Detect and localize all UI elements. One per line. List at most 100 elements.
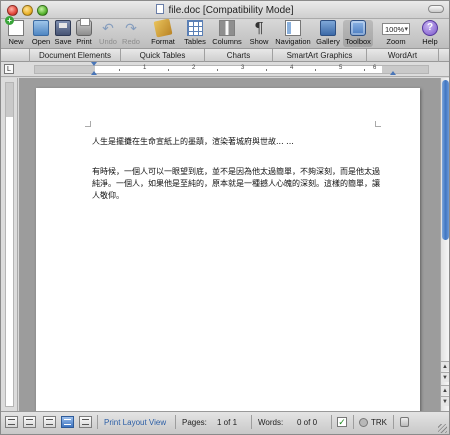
vertical-ruler[interactable] bbox=[1, 78, 18, 411]
scroll-up-arrow[interactable]: ▲ bbox=[441, 361, 449, 371]
ruler-tick bbox=[364, 69, 365, 71]
scroll-down-arrow[interactable]: ▼ bbox=[441, 372, 449, 382]
zoom-select[interactable]: 100% bbox=[382, 23, 410, 35]
ruler-number: 3 bbox=[241, 65, 245, 71]
new-document-icon bbox=[5, 16, 24, 36]
columns-button[interactable]: Columns bbox=[211, 20, 243, 47]
ruler-number: 5 bbox=[339, 65, 343, 71]
tab-charts[interactable]: Charts bbox=[205, 49, 273, 62]
status-divider bbox=[251, 415, 252, 429]
save-label: Save bbox=[54, 37, 72, 46]
title-bar[interactable]: file.doc [Compatibility Mode] bbox=[1, 1, 449, 19]
elements-ribbon: Document Elements Quick Tables Charts Sm… bbox=[1, 49, 449, 62]
track-changes-icon[interactable] bbox=[359, 418, 368, 427]
words-value: 0 of 0 bbox=[297, 418, 318, 427]
document-canvas[interactable]: 人生是擺攤在生命宣紙上的墨蹟，渲染著城府與世故... ... 有時候，一個人可以… bbox=[19, 78, 440, 411]
tab-quick-tables[interactable]: Quick Tables bbox=[121, 49, 205, 62]
ruler-tick bbox=[315, 69, 316, 71]
table-grid-icon bbox=[187, 20, 203, 36]
zoom-label: Zoom bbox=[386, 37, 406, 46]
status-divider bbox=[393, 415, 394, 429]
status-divider bbox=[331, 415, 332, 429]
horizontal-ruler-bar: L 1 2 3 4 5 6 bbox=[1, 62, 449, 77]
print-layout-view-button[interactable] bbox=[61, 416, 74, 428]
undo-button[interactable]: ↶ Undo bbox=[97, 20, 119, 47]
window-title-text: file.doc [Compatibility Mode] bbox=[168, 5, 294, 16]
status-bar: Print Layout View Pages: 1 of 1 Words: 0… bbox=[1, 411, 449, 434]
status-divider bbox=[353, 415, 354, 429]
scrollbar-thumb[interactable] bbox=[442, 80, 449, 240]
ruler-left-margin bbox=[35, 66, 95, 73]
toolbox-icon bbox=[350, 20, 366, 36]
format-brush-icon bbox=[153, 18, 173, 38]
gallery-icon bbox=[320, 20, 336, 36]
help-icon: ? bbox=[422, 20, 438, 36]
undo-label: Undo bbox=[99, 37, 117, 46]
ruler-number: 4 bbox=[290, 65, 294, 71]
next-page-button[interactable]: ▼ bbox=[441, 396, 449, 406]
redo-label: Redo bbox=[122, 37, 140, 46]
draft-view-button[interactable] bbox=[5, 416, 18, 428]
document-paragraph-1[interactable]: 人生是擺攤在生命宣紙上的墨蹟，渲染著城府與世故... ... bbox=[92, 136, 384, 148]
word-window: file.doc [Compatibility Mode] New Open S… bbox=[0, 0, 450, 435]
tab-wordart[interactable]: WordArt bbox=[367, 49, 439, 62]
pages-value: 1 of 1 bbox=[217, 418, 238, 427]
tab-stop-selector[interactable]: L bbox=[4, 64, 14, 74]
help-label: Help bbox=[422, 37, 438, 46]
lock-icon[interactable] bbox=[400, 417, 409, 427]
open-folder-icon bbox=[33, 20, 49, 36]
outline-view-button[interactable] bbox=[23, 416, 36, 428]
document-icon bbox=[156, 4, 165, 14]
print-button[interactable]: Print bbox=[73, 18, 95, 47]
notebook-view-icon bbox=[82, 419, 89, 425]
notebook-view-button[interactable] bbox=[79, 416, 92, 428]
outline-view-icon bbox=[26, 419, 33, 425]
toolbox-button[interactable]: Toolbox bbox=[343, 20, 373, 47]
status-divider bbox=[175, 415, 176, 429]
show-button[interactable]: ¶ Show bbox=[248, 20, 270, 47]
show-label: Show bbox=[249, 37, 269, 46]
tables-button[interactable]: Tables bbox=[182, 20, 208, 47]
previous-page-button[interactable]: ▲ bbox=[441, 385, 449, 395]
pages-label: Pages: bbox=[182, 418, 207, 427]
help-button[interactable]: ? Help bbox=[419, 20, 441, 47]
new-button[interactable]: New bbox=[5, 16, 27, 47]
navigation-pane-icon bbox=[285, 20, 301, 36]
publishing-view-icon bbox=[46, 419, 53, 425]
standard-toolbar: New Open Save Print ↶ Undo ↷ Redo Format bbox=[1, 16, 449, 49]
save-button[interactable]: Save bbox=[52, 20, 74, 47]
publishing-view-button[interactable] bbox=[43, 416, 56, 428]
open-label: Open bbox=[31, 37, 51, 46]
tab-document-elements[interactable]: Document Elements bbox=[29, 49, 121, 62]
printer-icon bbox=[76, 18, 92, 36]
tables-label: Tables bbox=[184, 37, 206, 46]
ruler-number: 6 bbox=[373, 65, 377, 71]
open-button[interactable]: Open bbox=[30, 20, 52, 47]
redo-arrow-icon: ↷ bbox=[125, 20, 137, 36]
ruler-right-margin bbox=[382, 66, 428, 73]
status-divider bbox=[97, 415, 98, 429]
window-title: file.doc [Compatibility Mode] bbox=[1, 4, 449, 16]
toolbar-toggle-button[interactable] bbox=[428, 5, 444, 13]
first-line-indent-marker[interactable] bbox=[91, 62, 97, 66]
format-button[interactable]: Format bbox=[149, 18, 177, 47]
draft-view-icon bbox=[8, 419, 15, 425]
vertical-scrollbar[interactable]: ▲ ▼ ▲ ▼ bbox=[440, 78, 449, 411]
gallery-button[interactable]: Gallery bbox=[314, 20, 342, 47]
zoom-control: 100% Zoom bbox=[379, 20, 413, 47]
left-indent-marker[interactable] bbox=[91, 71, 97, 75]
resize-grip-icon[interactable] bbox=[438, 424, 447, 433]
navigation-button[interactable]: Navigation bbox=[274, 20, 312, 47]
save-disk-icon bbox=[55, 20, 71, 36]
ruler-number: 2 bbox=[192, 65, 196, 71]
document-paragraph-2[interactable]: 有時候，一個人可以一眼望到底，並不是因為他太過簡單，不夠深刻，而是他太過純淨。一… bbox=[92, 166, 384, 202]
navigation-label: Navigation bbox=[275, 37, 311, 46]
spelling-status-icon[interactable]: ✓ bbox=[337, 417, 347, 427]
vertical-ruler-top-margin bbox=[6, 83, 13, 117]
format-label: Format bbox=[151, 37, 175, 46]
new-label: New bbox=[8, 37, 24, 46]
right-indent-marker[interactable] bbox=[390, 71, 396, 75]
document-page[interactable]: 人生是擺攤在生命宣紙上的墨蹟，渲染著城府與世故... ... 有時候，一個人可以… bbox=[36, 88, 420, 411]
redo-button[interactable]: ↷ Redo bbox=[120, 20, 142, 47]
tab-smartart-graphics[interactable]: SmartArt Graphics bbox=[273, 49, 367, 62]
